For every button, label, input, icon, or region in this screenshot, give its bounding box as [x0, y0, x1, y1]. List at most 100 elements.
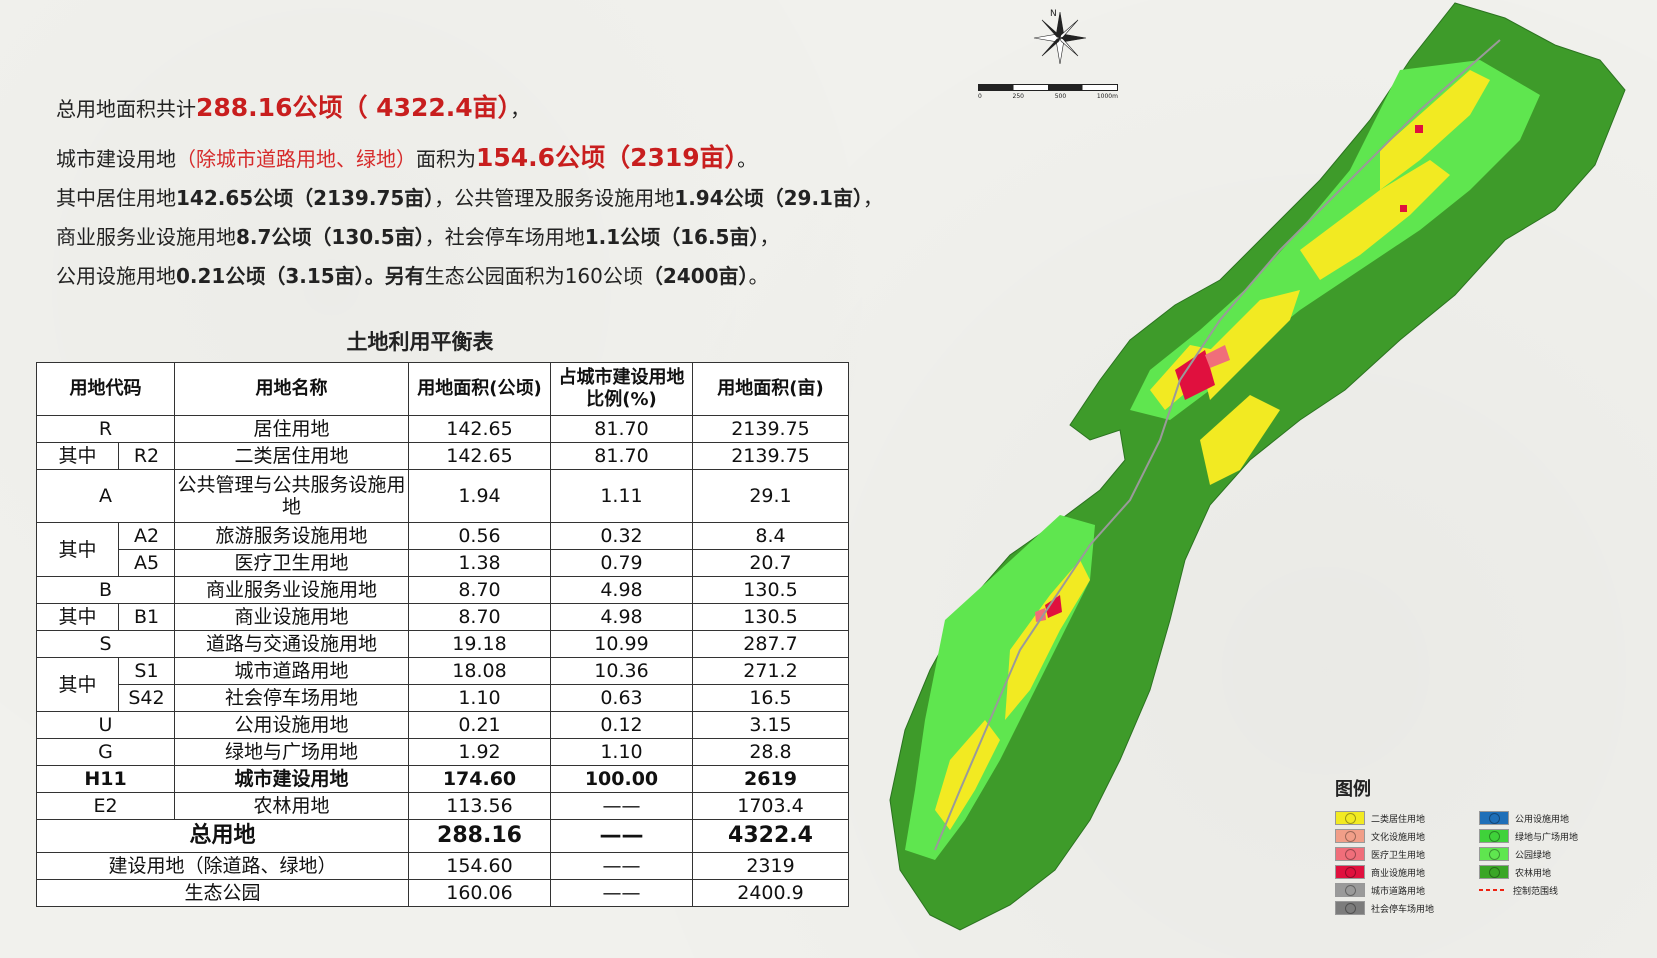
cell-ha: 154.60 [408, 852, 551, 880]
land-use-balance-table: 用地代码 用地名称 用地面积(公顷) 占城市建设用地 比例(%) 用地面积(亩) … [36, 362, 849, 907]
cell-mu: 4322.4 [692, 819, 849, 853]
cell-name: 建设用地（除道路、绿地） [36, 852, 409, 880]
summary-line-1: 总用地面积共计288.16公顷（ 4322.4亩）， [56, 88, 530, 124]
punct: ， [759, 225, 780, 249]
legend-item: 控制范围线 [1479, 883, 1619, 897]
ratio-header-line2: 比例(%) [586, 389, 657, 410]
cell-mu: 28.8 [692, 738, 849, 766]
cell-name: 农林用地 [174, 792, 409, 820]
cell-subcode: S1 [118, 657, 175, 685]
cell-code: B [36, 576, 175, 604]
cell-pct: —— [550, 879, 693, 907]
cell-pct: 81.70 [550, 415, 693, 443]
cell-qizhong: 其中 [36, 442, 119, 470]
cell-pct: —— [550, 852, 693, 880]
build-area-value: 154.6公顷（2319亩） [476, 143, 738, 172]
cell-mu: 2400.9 [692, 879, 849, 907]
legend-item: 绿地与广场用地 [1479, 829, 1619, 843]
legend-swatch [1479, 865, 1509, 879]
cell-subcode: B1 [118, 603, 175, 631]
table-row-subtotal: H11 城市建设用地 174.60 100.00 2619 [36, 765, 849, 793]
legend-swatch [1335, 811, 1365, 825]
utility-value: 0.21公顷（3.15亩）。另有 [176, 264, 425, 288]
legend-label: 商业设施用地 [1371, 868, 1426, 879]
public-value: 1.94公顷（29.1亩） [674, 186, 863, 210]
total-area-value: 288.16公顷（ 4322.4亩） [196, 93, 511, 122]
utility-label: 公用设施用地 [56, 264, 176, 288]
legend-dot-icon [1345, 867, 1356, 878]
cell-name: 生态公园 [36, 879, 409, 907]
cell-qizhong: 其中 [36, 603, 119, 631]
cell-mu: 29.1 [692, 469, 849, 523]
cell-ha: 1.94 [408, 469, 551, 523]
legend-item: 公用设施用地 [1479, 811, 1619, 825]
residential-label: 其中居住用地 [56, 186, 176, 210]
table-row: 建设用地（除道路、绿地） 154.60 —— 2319 [36, 852, 849, 880]
legend-item: 商业设施用地 [1335, 865, 1475, 879]
cell-name: 二类居住用地 [174, 442, 409, 470]
legend-label: 文化设施用地 [1371, 832, 1426, 843]
cell-name: 公共管理与公共服务设施用地 [174, 469, 409, 523]
cell-pct: 0.32 [550, 522, 693, 550]
col-header-code: 用地代码 [36, 362, 175, 416]
cell-qizhong: 其中 [36, 522, 119, 577]
legend-item: 二类居住用地 [1335, 811, 1475, 825]
legend-item: 文化设施用地 [1335, 829, 1475, 843]
cell-mu: 130.5 [692, 603, 849, 631]
parking-label: ，社会停车场用地 [424, 225, 585, 249]
cell-ha: 1.10 [408, 684, 551, 712]
legend-label: 绿地与广场用地 [1515, 832, 1579, 843]
cell-qizhong: 其中 [36, 657, 119, 712]
cell-name: 城市道路用地 [174, 657, 409, 685]
cell-pct: 0.63 [550, 684, 693, 712]
col-header-ratio: 占城市建设用地 比例(%) [550, 362, 693, 416]
cell-pct: 0.79 [550, 549, 693, 577]
cell-pct: 81.70 [550, 442, 693, 470]
cell-mu: 1703.4 [692, 792, 849, 820]
legend-swatch [1479, 889, 1507, 891]
ratio-header-line1: 占城市建设用地 [558, 367, 685, 388]
residential-value: 142.65公顷（2139.75亩） [176, 186, 435, 210]
legend-dot-icon [1489, 867, 1500, 878]
summary-line-4: 商业服务业设施用地8.7公顷（130.5亩），社会停车场用地1.1公顷（16.5… [56, 221, 779, 250]
commercial-label: 商业服务业设施用地 [56, 225, 236, 249]
legend-swatch [1335, 829, 1365, 843]
table-row-total: 总用地 288.16 —— 4322.4 [36, 819, 849, 853]
legend-item: 公园绿地 [1479, 847, 1619, 861]
cell-name: 城市建设用地 [174, 765, 409, 793]
cell-pct: 1.11 [550, 469, 693, 523]
table-row: B 商业服务业设施用地 8.70 4.98 130.5 [36, 576, 849, 604]
legend-swatch [1335, 865, 1365, 879]
table-row: R 居住用地 142.65 81.70 2139.75 [36, 415, 849, 443]
eco-park-label: 生态公园面积为160公顷 [424, 264, 643, 288]
cell-ha: 0.56 [408, 522, 551, 550]
cell-pct: 10.99 [550, 630, 693, 658]
cell-name: 总用地 [36, 819, 409, 853]
summary-line-5: 公用设施用地0.21公顷（3.15亩）。另有生态公园面积为160公顷（2400亩… [56, 260, 769, 289]
cell-name: 绿地与广场用地 [174, 738, 409, 766]
cell-mu: 2319 [692, 852, 849, 880]
cell-mu: 130.5 [692, 576, 849, 604]
legend-title: 图例 [1335, 779, 1371, 800]
cell-name: 旅游服务设施用地 [174, 522, 409, 550]
legend-dot-icon [1489, 831, 1500, 842]
legend-dot-icon [1489, 849, 1500, 860]
map-commercial [1400, 205, 1407, 212]
cell-subcode: R2 [118, 442, 175, 470]
cell-ha: 8.70 [408, 603, 551, 631]
cell-pct: 0.12 [550, 711, 693, 739]
cell-mu: 2139.75 [692, 415, 849, 443]
legend-dot-icon [1345, 903, 1356, 914]
legend-dot-icon [1345, 849, 1356, 860]
legend-item: 社会停车场用地 [1335, 901, 1475, 915]
cell-code: E2 [36, 792, 175, 820]
legend-label: 二类居住用地 [1371, 814, 1426, 825]
cell-name: 居住用地 [174, 415, 409, 443]
legend-dot-icon [1489, 813, 1500, 824]
table-row: 其中 R2 二类居住用地 142.65 81.70 2139.75 [36, 442, 849, 470]
cell-pct: 4.98 [550, 576, 693, 604]
legend-swatch [1335, 901, 1365, 915]
cell-mu: 16.5 [692, 684, 849, 712]
cell-mu: 20.7 [692, 549, 849, 577]
legend-label: 城市道路用地 [1371, 886, 1426, 897]
